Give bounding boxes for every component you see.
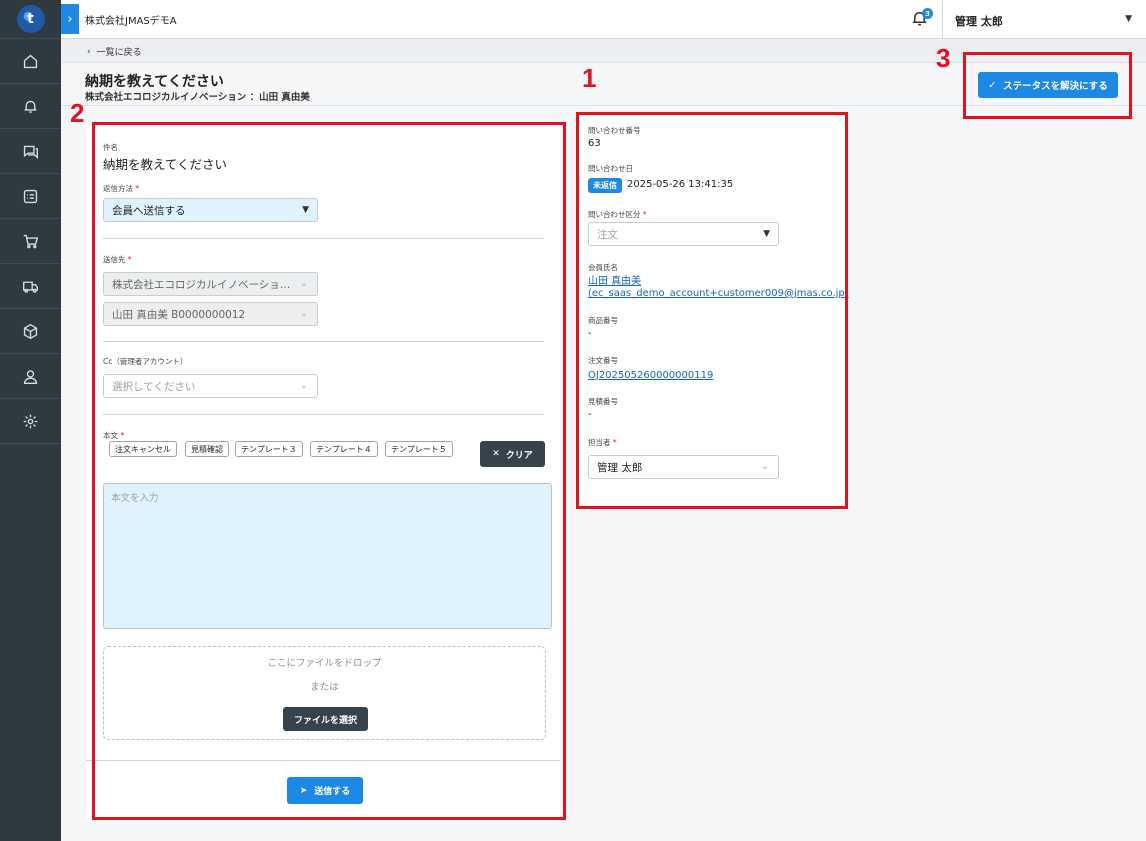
annotation-number-3: 3 [936, 43, 951, 73]
box-icon [23, 323, 38, 339]
user-name: 管理 太郎 [955, 15, 1003, 28]
annotation-box-3 [963, 52, 1132, 119]
notification-badge: 3 [922, 8, 933, 19]
annotation-box-1 [576, 112, 848, 509]
annotation-box-2 [92, 122, 566, 820]
caret-down-icon: ▼ [1125, 14, 1132, 24]
top-header: › 株式会社JMASデモA 3 管理 太郎 ▼ [61, 0, 1146, 39]
nav-settings[interactable] [0, 399, 61, 444]
logo-icon: t [16, 5, 45, 33]
notification-button[interactable]: 3 [910, 8, 933, 31]
annotation-number-1: 1 [582, 63, 597, 93]
page-subtitle: 株式会社エコロジカルイノベーション ：山田 真由美 [85, 92, 310, 103]
annotation-number-2: 2 [70, 98, 85, 128]
gear-icon [23, 414, 38, 428]
app-logo[interactable]: t [0, 0, 61, 39]
nav-list[interactable] [0, 174, 61, 219]
user-menu[interactable]: 管理 太郎 ▼ [942, 0, 1146, 39]
chevron-right-icon: › [67, 11, 73, 27]
nav-notifications[interactable] [0, 84, 61, 129]
bell-icon [24, 100, 37, 113]
nav-members[interactable] [0, 354, 61, 399]
nav-inquiries[interactable] [0, 129, 61, 174]
nav-shipping[interactable] [0, 264, 61, 309]
back-to-list-link[interactable]: ‹ 一覧に戻る [87, 45, 142, 59]
chevron-left-icon: ‹ [87, 46, 91, 57]
nav-products[interactable] [0, 309, 61, 354]
company-name: 株式会社JMASデモA [85, 16, 177, 27]
nav-home[interactable] [0, 39, 61, 84]
list-icon [23, 189, 38, 203]
page-title: 納期を教えてください [85, 74, 224, 90]
sidebar: t [0, 0, 61, 841]
back-label: 一覧に戻る [96, 48, 142, 58]
cart-icon [23, 234, 39, 248]
chat-icon [23, 145, 38, 159]
sidebar-toggle-button[interactable]: › [61, 4, 79, 34]
home-icon [23, 54, 38, 68]
user-icon [23, 369, 38, 384]
truck-icon [23, 281, 38, 293]
nav-orders[interactable] [0, 219, 61, 264]
